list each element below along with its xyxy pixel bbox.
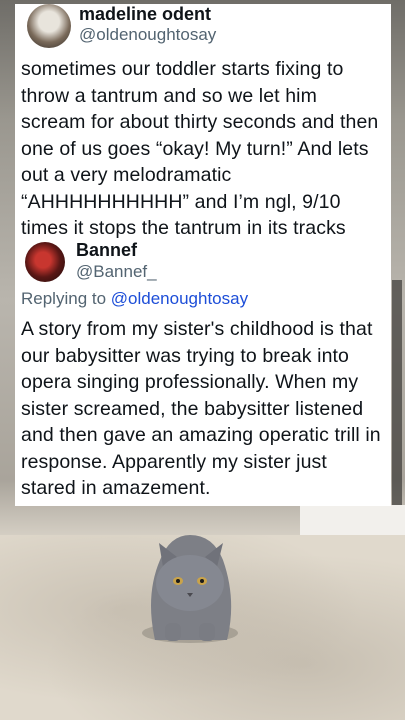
tweet-header: madeline odent @oldenoughtosay — [21, 4, 385, 48]
tweet-text: A story from my sister's childhood is th… — [21, 318, 381, 499]
author-handle[interactable]: @Bannef_ — [76, 262, 157, 282]
background-post — [392, 280, 402, 510]
tweet-header: Bannef @Bannef_ — [21, 238, 385, 282]
author-name[interactable]: Bannef — [76, 240, 137, 260]
replying-to-mention[interactable]: @oldenoughtosay — [111, 289, 248, 308]
tweet-card-original[interactable]: madeline odent @oldenoughtosay sometimes… — [15, 4, 391, 240]
tweet-card-reply[interactable]: Bannef @Bannef_ Replying to @oldenoughto… — [15, 238, 391, 506]
cat-image — [142, 535, 238, 643]
tweet-text: sometimes our toddler starts fixing to t… — [21, 58, 379, 239]
replying-to-label: Replying to — [21, 289, 111, 308]
author-handle[interactable]: @oldenoughtosay — [79, 25, 216, 45]
replying-to-line: Replying to @oldenoughtosay — [21, 288, 385, 310]
avatar[interactable] — [27, 4, 71, 48]
avatar[interactable] — [25, 242, 65, 282]
author-name[interactable]: madeline odent — [79, 4, 211, 24]
